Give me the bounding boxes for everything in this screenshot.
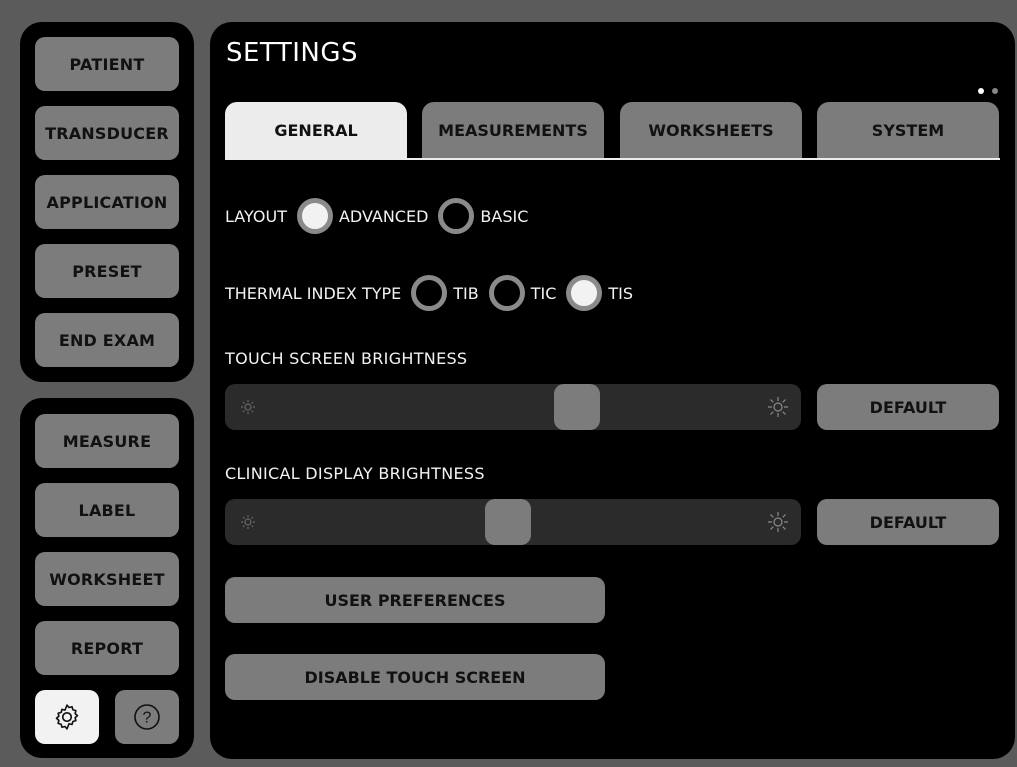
help-icon: ? bbox=[134, 704, 160, 730]
touch-brightness-label: TOUCH SCREEN BRIGHTNESS bbox=[225, 349, 468, 368]
thermal-tic-label: TIC bbox=[530, 283, 557, 303]
worksheet-button[interactable]: WORKSHEET bbox=[35, 552, 179, 606]
clinical-brightness-label: CLINICAL DISPLAY BRIGHTNESS bbox=[225, 464, 485, 483]
clinical-brightness-slider[interactable] bbox=[225, 499, 801, 545]
page-dot-inactive bbox=[992, 88, 998, 94]
user-preferences-button[interactable]: USER PREFERENCES bbox=[225, 577, 605, 623]
touch-brightness-default-button[interactable]: DEFAULT bbox=[817, 384, 999, 430]
sun-dim-icon bbox=[241, 400, 255, 414]
tab-worksheets[interactable]: WORKSHEETS bbox=[620, 102, 802, 158]
disable-touch-screen-button[interactable]: DISABLE TOUCH SCREEN bbox=[225, 654, 605, 700]
tab-underline bbox=[225, 158, 1000, 160]
touch-brightness-thumb[interactable] bbox=[554, 384, 600, 430]
layout-radio-group: LAYOUT ADVANCED BASIC bbox=[225, 198, 538, 234]
tab-measurements[interactable]: MEASUREMENTS bbox=[422, 102, 604, 158]
thermal-index-radio-group: THERMAL INDEX TYPE TIB TIC TIS bbox=[225, 275, 643, 311]
page-dot-active bbox=[978, 88, 984, 94]
settings-panel: SETTINGS GENERAL MEASUREMENTS WORKSHEETS… bbox=[210, 22, 1015, 759]
end-exam-button[interactable]: END EXAM bbox=[35, 313, 179, 367]
layout-advanced-label: ADVANCED bbox=[338, 206, 429, 226]
sun-bright-icon bbox=[768, 397, 788, 417]
sun-bright-icon bbox=[768, 512, 788, 532]
thermal-tic-radio[interactable] bbox=[488, 275, 525, 311]
settings-button[interactable] bbox=[35, 690, 99, 744]
clinical-brightness-default-button[interactable]: DEFAULT bbox=[817, 499, 999, 545]
layout-label: LAYOUT bbox=[225, 206, 287, 226]
label-button[interactable]: LABEL bbox=[35, 483, 179, 537]
layout-advanced-radio[interactable] bbox=[296, 198, 333, 234]
measure-button[interactable]: MEASURE bbox=[35, 414, 179, 468]
help-button[interactable]: ? bbox=[115, 690, 179, 744]
thermal-tib-label: TIB bbox=[453, 283, 479, 303]
page-title: SETTINGS bbox=[226, 38, 359, 68]
tab-system[interactable]: SYSTEM bbox=[817, 102, 999, 158]
clinical-brightness-thumb[interactable] bbox=[485, 499, 531, 545]
thermal-tib-radio[interactable] bbox=[411, 275, 448, 311]
thermal-index-label: THERMAL INDEX TYPE bbox=[225, 283, 402, 303]
patient-button[interactable]: PATIENT bbox=[35, 37, 179, 91]
thermal-tis-radio[interactable] bbox=[566, 275, 603, 311]
touch-brightness-slider[interactable] bbox=[225, 384, 801, 430]
sun-dim-icon bbox=[241, 515, 255, 529]
preset-button[interactable]: PRESET bbox=[35, 244, 179, 298]
transducer-button[interactable]: TRANSDUCER bbox=[35, 106, 179, 160]
gear-icon bbox=[55, 704, 79, 730]
tools-nav-panel: MEASURE LABEL WORKSHEET REPORT ? bbox=[20, 398, 194, 758]
tab-general[interactable]: GENERAL bbox=[225, 102, 407, 158]
thermal-tis-label: TIS bbox=[608, 283, 634, 303]
primary-nav-panel: PATIENT TRANSDUCER APPLICATION PRESET EN… bbox=[20, 22, 194, 382]
report-button[interactable]: REPORT bbox=[35, 621, 179, 675]
layout-basic-label: BASIC bbox=[480, 206, 529, 226]
help-glyph: ? bbox=[143, 710, 152, 727]
application-button[interactable]: APPLICATION bbox=[35, 175, 179, 229]
layout-basic-radio[interactable] bbox=[438, 198, 475, 234]
